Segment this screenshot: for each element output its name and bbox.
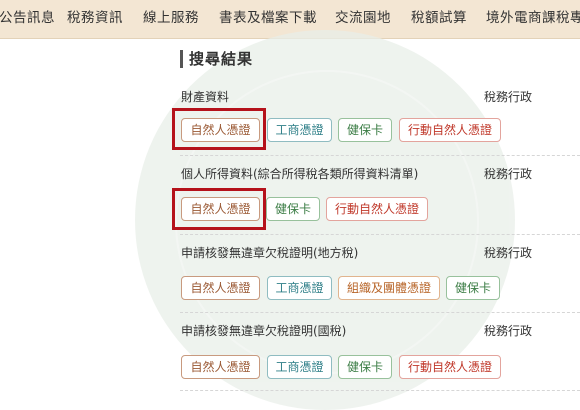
divider — [180, 390, 580, 391]
section-category: 稅務行政 — [484, 324, 533, 338]
divider — [180, 234, 580, 235]
section-category: 稅務行政 — [484, 167, 533, 181]
divider — [180, 312, 580, 313]
business-cert-button[interactable]: 工商憑證 — [267, 118, 332, 142]
health-card-button[interactable]: 健保卡 — [446, 276, 500, 300]
health-card-button[interactable]: 健保卡 — [266, 197, 320, 221]
section-title-property: 財產資料 — [181, 90, 230, 104]
section-title-local-tax-cert: 申請核發無違章欠稅證明(地方稅) — [181, 246, 359, 260]
search-results-panel: 搜尋結果 財產資料 稅務行政 自然人憑證 工商憑證 健保卡 行動自然人憑證 個人… — [0, 0, 580, 400]
mobile-citizen-cert-button[interactable]: 行動自然人憑證 — [399, 118, 501, 142]
mobile-citizen-cert-button[interactable]: 行動自然人憑證 — [326, 197, 428, 221]
section-title-national-tax-cert: 申請核發無違章欠稅證明(國稅) — [181, 324, 347, 338]
citizen-cert-button[interactable]: 自然人憑證 — [181, 276, 260, 300]
section-title-income: 個人所得資料(綜合所得稅各類所得資料清單) — [181, 167, 419, 181]
section-category: 稅務行政 — [484, 246, 533, 260]
health-card-button[interactable]: 健保卡 — [338, 118, 392, 142]
organization-cert-button[interactable]: 組織及團體憑證 — [338, 276, 440, 300]
business-cert-button[interactable]: 工商憑證 — [267, 276, 332, 300]
divider — [180, 155, 580, 156]
section-category: 稅務行政 — [484, 90, 533, 104]
health-card-button[interactable]: 健保卡 — [338, 355, 392, 379]
citizen-cert-button[interactable]: 自然人憑證 — [181, 118, 260, 142]
business-cert-button[interactable]: 工商憑證 — [267, 355, 332, 379]
mobile-citizen-cert-button[interactable]: 行動自然人憑證 — [399, 355, 501, 379]
page-title: 搜尋結果 — [180, 50, 253, 68]
citizen-cert-button[interactable]: 自然人憑證 — [181, 355, 260, 379]
citizen-cert-button[interactable]: 自然人憑證 — [181, 197, 260, 221]
